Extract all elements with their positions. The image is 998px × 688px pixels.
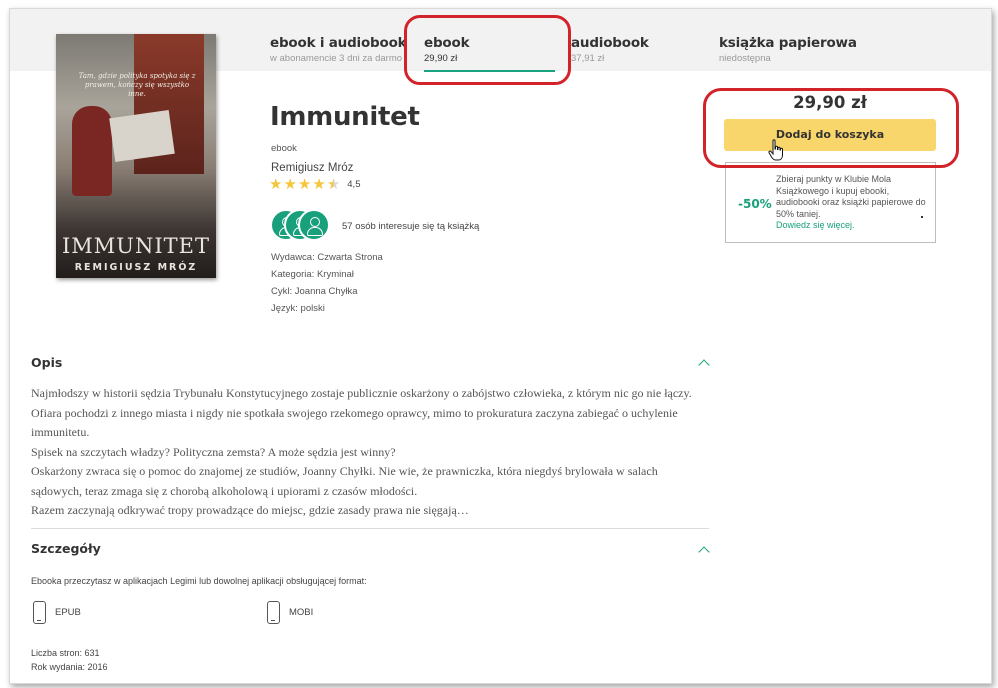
cover-quote: Tam, gdzie polityka spotyka się z prawem…: [78, 72, 196, 98]
divider: [31, 528, 709, 529]
club-promo: -50% Zbieraj punkty w Klubie Mola Książk…: [725, 162, 936, 243]
dot: [921, 216, 923, 218]
cover-figure-woman: [72, 106, 112, 196]
category[interactable]: Kategoria: Kryminał: [271, 269, 354, 280]
annotation-price-highlight: [703, 88, 959, 168]
format-label: MOBI: [289, 607, 314, 618]
rating-value: 4,5: [347, 178, 361, 190]
user-avatars: [270, 209, 334, 243]
description-paragraph: Najmłodszy w historii sędzia Trybunału K…: [31, 386, 692, 439]
tab-subtitle: niedostępna: [719, 53, 771, 64]
description-paragraph: Oskarżony zwraca się o pomoc do znajomej…: [31, 464, 658, 498]
interest-indicator[interactable]: 57 osób interesuje się tą książką: [270, 209, 479, 243]
series[interactable]: Cykl: Joanna Chyłka: [271, 286, 358, 297]
chevron-up-icon[interactable]: [698, 359, 710, 371]
publication-year: Rok wydania: 2016: [31, 662, 108, 672]
star-icon: ★: [283, 175, 297, 193]
tab-ebook-audiobook[interactable]: ebook i audiobook w abonamencie 3 dni za…: [270, 35, 405, 64]
user-icon: [298, 209, 330, 241]
star-icon: ★: [297, 175, 312, 193]
star-icon: ★: [312, 175, 326, 193]
page-title: Immunitet: [270, 102, 420, 132]
interest-text: 57 osób interesuje się tą książką: [342, 220, 480, 232]
details-title[interactable]: Szczegóły: [31, 541, 101, 556]
star-icon: ★: [269, 175, 283, 193]
discount-badge: -50%: [738, 197, 772, 211]
description-paragraph: Razem zaczynają odkrywać tropy prowadząc…: [31, 503, 469, 517]
club-description: Zbieraj punkty w Klubie Mola Książkowego…: [776, 174, 926, 219]
author-link[interactable]: Remigiusz Mróz: [271, 162, 353, 174]
tab-audiobook[interactable]: audiobook 37,91 zł: [571, 35, 649, 64]
cover-newspaper: [109, 110, 175, 162]
formats-intro: Ebooka przeczytasz w aplikacjach Legimi …: [31, 576, 367, 586]
tab-subtitle: 37,91 zł: [571, 53, 605, 64]
book-format: ebook: [271, 143, 297, 154]
learn-more-link[interactable]: Dowiedz się więcej.: [776, 220, 928, 232]
description-text: Najmłodszy w historii sędzia Trybunału K…: [31, 384, 711, 521]
tab-title: ebook i audiobook: [270, 35, 405, 51]
annotation-ebook-highlight: [404, 15, 571, 85]
cover-author: REMIGIUSZ MRÓZ: [74, 262, 198, 273]
format-label: EPUB: [55, 607, 81, 618]
description-title[interactable]: Opis: [31, 355, 62, 370]
product-page: ebook i audiobook w abonamencie 3 dni za…: [9, 8, 992, 684]
rating: ★ ★ ★ ★ ★ 4,5: [269, 176, 360, 192]
tab-subtitle: w abonamencie 3 dni za darmo: [270, 53, 403, 64]
tab-title: książka papierowa: [719, 35, 857, 51]
star-half-icon: ★: [326, 175, 341, 193]
tab-paper-book[interactable]: książka papierowa niedostępna: [719, 35, 857, 64]
description-paragraph: Spisek na szczytach władzy? Polityczna z…: [31, 444, 396, 459]
language: Język: polski: [271, 303, 325, 314]
tab-title: audiobook: [571, 35, 649, 51]
chevron-up-icon[interactable]: [698, 546, 710, 558]
format-mobi: MOBI: [267, 601, 313, 624]
book-cover: Tam, gdzie polityka spotyka się z prawem…: [56, 34, 216, 278]
device-icon: [267, 601, 280, 624]
page-count: Liczba stron: 631: [31, 648, 100, 658]
format-epub: EPUB: [33, 601, 81, 624]
publisher[interactable]: Wydawca: Czwarta Strona: [271, 252, 383, 263]
club-text: Zbieraj punkty w Klubie Mola Książkowego…: [776, 174, 928, 232]
cover-title: IMMUNITET: [61, 234, 210, 258]
device-icon: [33, 601, 46, 624]
